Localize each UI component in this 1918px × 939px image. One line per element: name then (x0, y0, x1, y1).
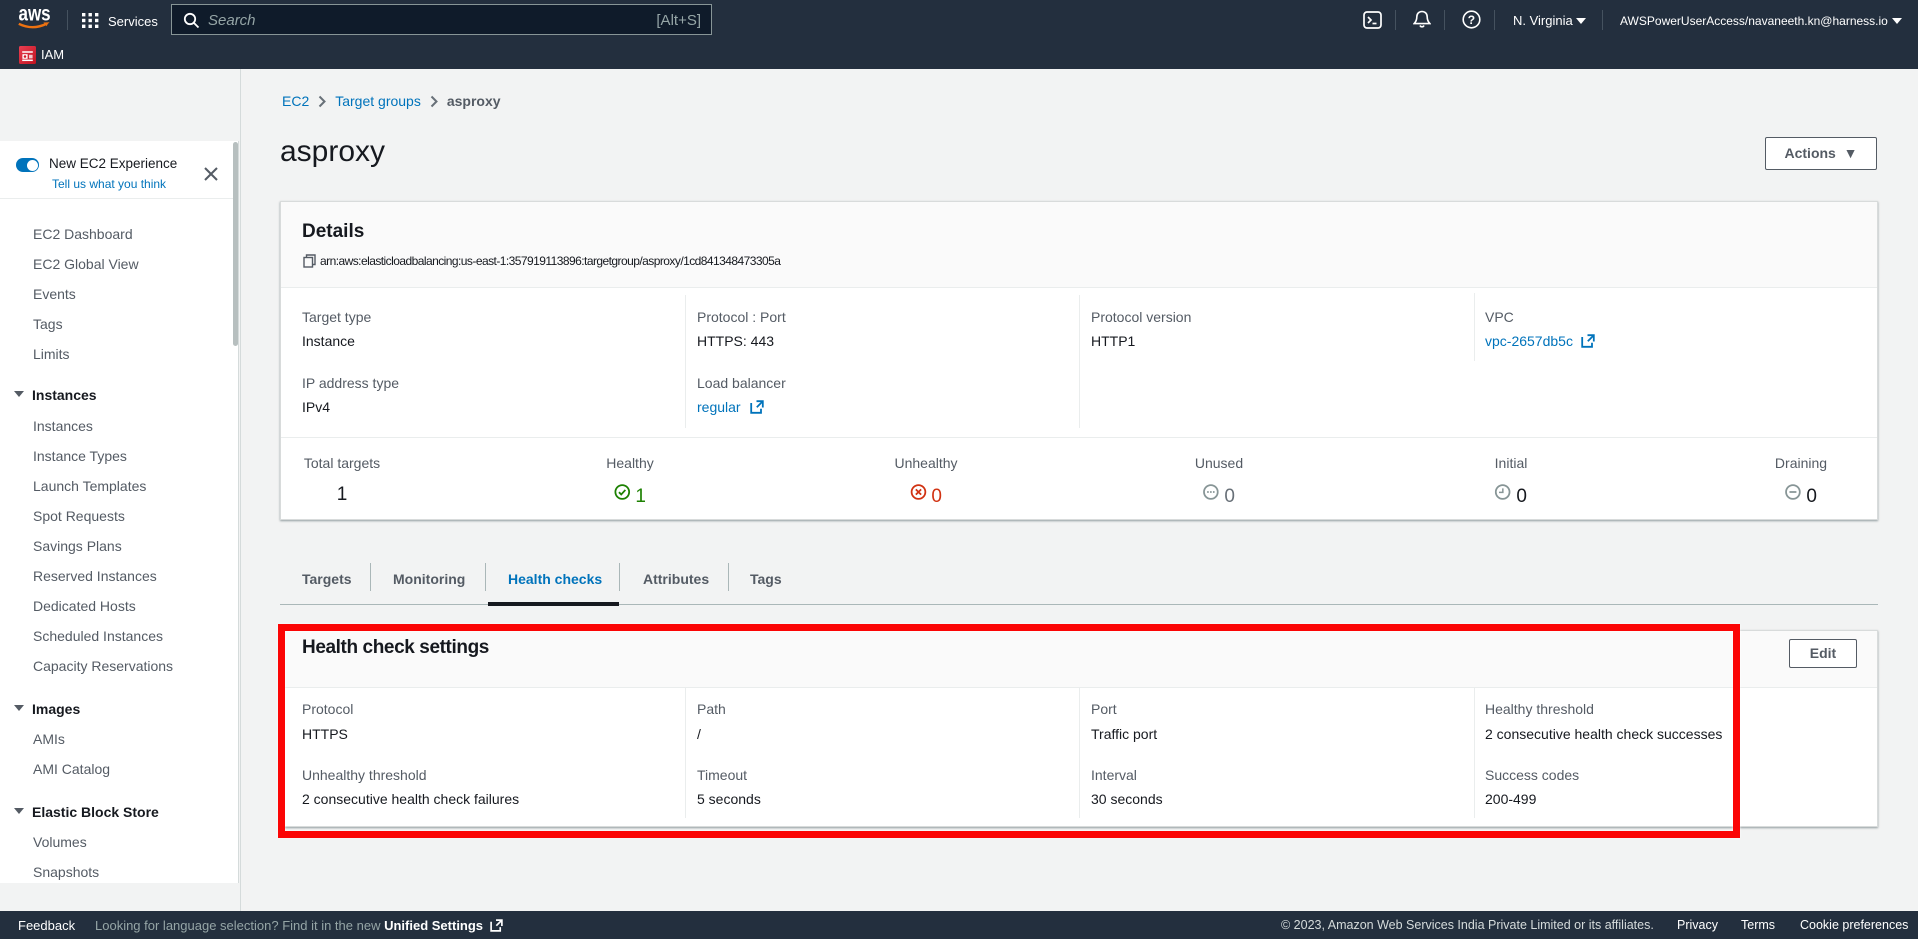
svg-text:?: ? (1468, 13, 1475, 27)
